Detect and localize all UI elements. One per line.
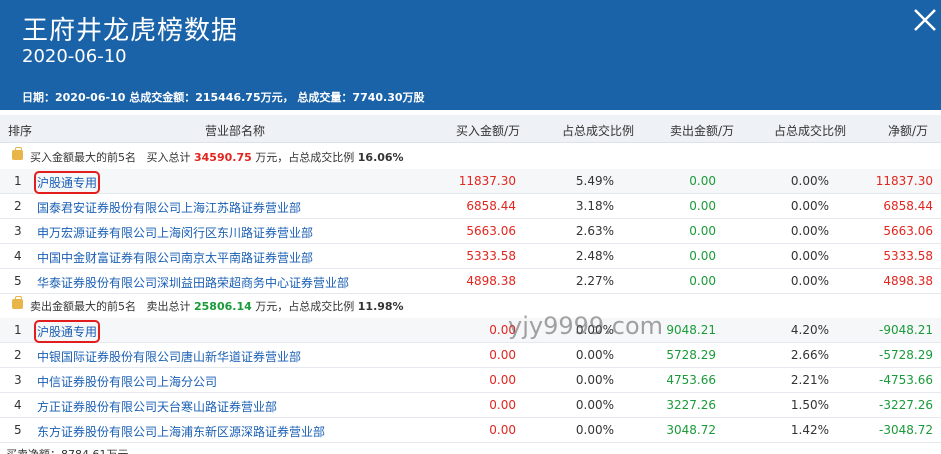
table-row: 5 华泰证券股份有限公司深圳益田路荣超商务中心证券营业部 4898.38 2.27% 0… <box>0 269 941 294</box>
buy-ratio-cell: 0.00% <box>575 348 614 362</box>
page-header: 王府井龙虎榜数据 2020-06-10 日期：2020-06-10 总成交金额：… <box>0 0 941 110</box>
net-amount-cell: -4753.66 <box>879 373 933 387</box>
rank-cell: 2 <box>14 199 22 213</box>
branch-link[interactable]: 方正证券股份有限公司天台寒山路证券营业部 <box>37 398 277 415</box>
branch-link[interactable]: 沪股通专用 <box>33 320 101 343</box>
buy-amount-cell: 5333.58 <box>466 249 516 263</box>
branch-link[interactable]: 中银国际证券股份有限公司唐山新华道证券营业部 <box>37 348 301 365</box>
sell-ratio-cell: 0.00% <box>790 174 829 188</box>
sell-section-header: 卖出金额最大的前5名 卖出总计 25806.14 万元，占总成交比例 11.98… <box>0 294 941 316</box>
rank-cell: 2 <box>14 348 22 362</box>
net-amount-cell: -3048.72 <box>879 423 933 437</box>
net-amount-cell: 5663.06 <box>883 224 933 238</box>
sell-ratio-cell: 0.00% <box>790 274 829 288</box>
table-row: 1 沪股通专用 0.00 0.00% 9048.21 4.20% -9048.21 <box>0 318 941 343</box>
page-title: 王府井龙虎榜数据 <box>22 16 239 46</box>
buy-ratio-cell: 3.18% <box>575 199 614 213</box>
col-branch: 营业部名称 <box>205 124 266 138</box>
net-amount-cell: -9048.21 <box>879 323 933 337</box>
moneybag-icon <box>12 296 23 309</box>
sell-ratio-cell: 0.00% <box>790 199 829 213</box>
branch-link[interactable]: 东方证券股份有限公司上海浦东新区源深路证券营业部 <box>37 423 325 440</box>
rank-cell: 1 <box>14 323 22 337</box>
sell-amount-cell: 4753.66 <box>666 373 716 387</box>
sell-amount-cell: 3048.72 <box>666 423 716 437</box>
col-rank: 排序 <box>8 124 33 138</box>
moneybag-icon <box>12 147 23 160</box>
buy-amount-cell: 0.00 <box>489 348 516 362</box>
rank-cell: 4 <box>14 249 22 263</box>
trade-summary: 日期：2020-06-10 总成交金额：215446.75万元， 总成交量：77… <box>22 91 425 104</box>
net-amount-cell: 11837.30 <box>875 174 933 188</box>
rank-cell: 1 <box>14 174 22 188</box>
net-amount-cell: 5333.58 <box>883 249 933 263</box>
table-row: 4 方正证券股份有限公司天台寒山路证券营业部 0.00 0.00% 3227.26 1.5… <box>0 393 941 418</box>
table-row: 2 中银国际证券股份有限公司唐山新华道证券营业部 0.00 0.00% 5728.29 2… <box>0 343 941 368</box>
buy-ratio-cell: 5.49% <box>575 174 614 188</box>
watermark: yjy9999.com <box>508 312 664 340</box>
branch-link[interactable]: 华泰证券股份有限公司深圳益田路荣超商务中心证券营业部 <box>37 274 349 291</box>
branch-link[interactable]: 沪股通专用 <box>33 171 101 194</box>
sell-amount-cell: 0.00 <box>689 224 716 238</box>
page-date: 2020-06-10 <box>22 46 127 67</box>
buy-amount-cell: 5663.06 <box>466 224 516 238</box>
col-net: 净额/万 <box>888 124 929 138</box>
buy-amount-cell: 4898.38 <box>466 274 516 288</box>
col-sell: 卖出金额/万 <box>670 124 735 138</box>
sell-ratio-cell: 1.50% <box>790 398 829 412</box>
table-row: 2 国泰君安证券股份有限公司上海江苏路证券营业部 6858.44 3.18% 0.00 0… <box>0 194 941 219</box>
buy-ratio-cell: 0.00% <box>575 423 614 437</box>
buy-section-header: 买入金额最大的前5名 买入总计 34590.75 万元，占总成交比例 16.06… <box>0 145 941 167</box>
rank-cell: 3 <box>14 373 22 387</box>
buy-amount-cell: 6858.44 <box>466 199 516 213</box>
col-buy: 买入金额/万 <box>456 124 521 138</box>
buy-amount-cell: 11837.30 <box>458 174 516 188</box>
rank-cell: 5 <box>14 423 22 437</box>
sell-amount-cell: 0.00 <box>689 174 716 188</box>
sell-ratio-cell: 2.21% <box>790 373 829 387</box>
buy-ratio-cell: 0.00% <box>575 373 614 387</box>
buy-amount-cell: 0.00 <box>489 423 516 437</box>
rank-cell: 5 <box>14 274 22 288</box>
sell-ratio-cell: 2.66% <box>790 348 829 362</box>
table-row: 1 沪股通专用 11837.30 5.49% 0.00 0.00% 11837.30 <box>0 169 941 194</box>
close-icon[interactable] <box>909 4 941 36</box>
sell-amount-cell: 0.00 <box>689 249 716 263</box>
buy-amount-cell: 0.00 <box>489 398 516 412</box>
branch-link[interactable]: 国泰君安证券股份有限公司上海江苏路证券营业部 <box>37 199 301 216</box>
sell-amount-cell: 0.00 <box>689 199 716 213</box>
table-row: 4 中国中金财富证券有限公司南京太平南路证券营业部 5333.58 2.48% 0.00… <box>0 244 941 269</box>
branch-link[interactable]: 中国中金财富证券有限公司南京太平南路证券营业部 <box>37 249 313 266</box>
branch-link[interactable]: 中信证券股份有限公司上海分公司 <box>37 373 217 390</box>
branch-link[interactable]: 申万宏源证券有限公司上海闵行区东川路证券营业部 <box>37 224 313 241</box>
sell-ratio-cell: 0.00% <box>790 224 829 238</box>
sell-ratio-cell: 1.42% <box>790 423 829 437</box>
sell-section-text: 卖出金额最大的前5名 卖出总计 25806.14 万元，占总成交比例 11.98… <box>30 300 404 313</box>
buy-ratio-cell: 2.27% <box>575 274 614 288</box>
sell-ratio-cell: 4.20% <box>790 323 829 337</box>
sell-amount-cell: 9048.21 <box>666 323 716 337</box>
rank-cell: 3 <box>14 224 22 238</box>
buy-ratio-cell: 2.63% <box>575 224 614 238</box>
table-row: 3 中信证券股份有限公司上海分公司 0.00 0.00% 4753.66 2.21% -47… <box>0 368 941 393</box>
col-buy-ratio: 占总成交比例 <box>562 124 635 138</box>
col-sell-ratio: 占总成交比例 <box>774 124 847 138</box>
sell-ratio-cell: 0.00% <box>790 249 829 263</box>
net-amount-cell: -5728.29 <box>879 348 933 362</box>
sell-amount-cell: 3227.26 <box>666 398 716 412</box>
table-row: 5 东方证券股份有限公司上海浦东新区源深路证券营业部 0.00 0.00% 3048.7… <box>0 418 941 443</box>
net-amount-cell: -3227.26 <box>879 398 933 412</box>
buy-ratio-cell: 2.48% <box>575 249 614 263</box>
table-header: 排序 营业部名称 买入金额/万 占总成交比例 卖出金额/万 占总成交比例 净额/… <box>0 115 941 143</box>
net-amount-cell: 4898.38 <box>883 274 933 288</box>
buy-amount-cell: 0.00 <box>489 373 516 387</box>
table-row: 3 申万宏源证券有限公司上海闵行区东川路证券营业部 5663.06 2.63% 0.00… <box>0 219 941 244</box>
sell-amount-cell: 5728.29 <box>666 348 716 362</box>
buy-ratio-cell: 0.00% <box>575 398 614 412</box>
net-summary: 买卖净额：8784.61万元 <box>0 444 941 454</box>
net-amount-cell: 6858.44 <box>883 199 933 213</box>
buy-section-text: 买入金额最大的前5名 买入总计 34590.75 万元，占总成交比例 16.06… <box>30 151 404 164</box>
rank-cell: 4 <box>14 398 22 412</box>
sell-amount-cell: 0.00 <box>689 274 716 288</box>
